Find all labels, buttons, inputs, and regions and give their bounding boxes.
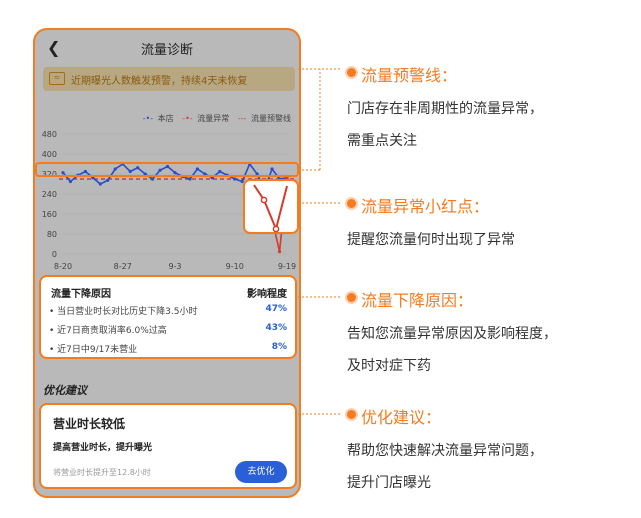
- annotation-dot: [347, 410, 356, 419]
- x-tick-label: 8-20: [54, 262, 72, 271]
- suggestion-footnote: 将营业时长提升至12.8小时: [53, 468, 151, 477]
- data-point-store: [151, 177, 155, 181]
- reasons-header: 流量下降原因: [51, 289, 111, 300]
- data-point-store: [225, 173, 229, 177]
- x-tick-label: 8-27: [114, 262, 132, 271]
- y-tick-label: 400: [42, 150, 57, 159]
- data-point-store: [277, 177, 282, 181]
- y-tick-label: 0: [52, 250, 57, 259]
- data-point-store: [180, 174, 185, 179]
- data-point-store: [136, 166, 140, 170]
- impact-header: 影响程度: [247, 289, 287, 300]
- y-tick-label: 240: [42, 190, 57, 199]
- annotation-warning-line: 流量预警线： 门店存在非周期性的流量异常， 需重点关注: [347, 62, 543, 150]
- y-tick-label: 80: [47, 230, 57, 239]
- annotation-suggestion: 优化建议： 帮助您快速解决流量异常问题， 提升门店曝光: [347, 404, 543, 492]
- data-point-store: [255, 172, 259, 176]
- annotation-text: 及时对症下药: [347, 358, 431, 374]
- annotation-title: 优化建议：: [361, 408, 442, 427]
- data-point-store: [270, 167, 274, 171]
- data-point-anomaly: [263, 187, 267, 191]
- legend-anomaly-label: 流量异常: [197, 114, 230, 123]
- legend-warning-swatch: ---: [237, 114, 247, 123]
- top-bar: ❮ 流量诊断: [35, 30, 299, 64]
- annotation-dot: [347, 199, 356, 208]
- chart-legend: -•- 本店 -•- 流量异常 --- 流量预警线: [137, 113, 291, 124]
- data-point-anomaly: [277, 249, 282, 254]
- annotation-dot: [347, 68, 356, 77]
- data-point-anomaly: [285, 176, 289, 180]
- data-point-store: [61, 171, 65, 175]
- data-point-store: [218, 169, 222, 174]
- legend-warning-label: 流量预警线: [251, 114, 291, 123]
- optimize-button[interactable]: 去优化: [235, 461, 287, 483]
- data-point-store: [248, 162, 252, 166]
- data-point-store: [173, 171, 177, 175]
- reason-row-1: • 当日营业时长对比历史下降3.5小时: [49, 307, 198, 317]
- series-line-anomaly: [263, 177, 288, 252]
- warning-card-icon: ≈: [49, 72, 65, 85]
- x-tick-label: 9-19: [278, 262, 296, 271]
- annotation-decline-reasons: 流量下降原因： 告知您流量异常原因及影响程度， 及时对症下药: [347, 287, 557, 375]
- data-point-store: [240, 179, 244, 184]
- data-point-store: [98, 182, 102, 186]
- suggestion-card: 营业时长较低 提高营业时长，提升曝光 将营业时长提升至12.8小时 去优化: [39, 403, 297, 489]
- reason-pct-3: 8%: [271, 342, 287, 352]
- data-point-store: [210, 176, 214, 180]
- annotation-text: 告知您流量异常原因及影响程度，: [347, 326, 557, 342]
- y-tick-label: 160: [42, 210, 57, 219]
- suggestion-section-title: 优化建议: [43, 384, 87, 397]
- legend-store-swatch: -•-: [142, 114, 154, 123]
- y-tick-label: 320: [42, 170, 57, 179]
- legend-store-label: 本店: [157, 114, 174, 123]
- data-point-store: [195, 167, 199, 171]
- suggestion-subtitle: 提高营业时长，提升曝光: [53, 443, 153, 453]
- alert-text: 近期曝光人数触发预警，持续4天未恢复: [71, 76, 248, 87]
- x-tick-label: 9-3: [168, 262, 181, 271]
- reason-row-3: • 近7日中9/17未营业: [49, 345, 138, 355]
- reason-pct-1: 47%: [265, 304, 287, 314]
- decline-reasons-card: 流量下降原因 影响程度 • 当日营业时长对比历史下降3.5小时 47% • 近7…: [39, 275, 297, 359]
- traffic-chart: 0 80 160 240 320 400 480 8-20 8-27 9-3 9-10 9-19: [42, 130, 296, 271]
- data-point-store: [121, 162, 125, 166]
- data-point-store: [76, 173, 80, 177]
- annotation-title: 流量预警线：: [361, 66, 458, 85]
- x-tick-label: 9-10: [226, 262, 244, 271]
- data-point-store: [91, 176, 95, 180]
- annotation-dot: [347, 293, 356, 302]
- legend-anomaly-swatch: -•-: [182, 114, 193, 123]
- reason-pct-2: 43%: [265, 323, 287, 333]
- page-title: 流量诊断: [140, 43, 193, 58]
- phone-screen: ❮ 流量诊断 ≈ 近期曝光人数触发预警，持续4天未恢复 -•- 本店 -•- 流…: [33, 28, 301, 498]
- annotation-text: 需重点关注: [347, 133, 417, 149]
- annotation-title: 流量异常小红点：: [361, 197, 490, 216]
- data-point-store: [188, 177, 192, 181]
- data-point-store: [68, 179, 73, 184]
- series-line-store: [62, 162, 288, 192]
- annotation-title: 流量下降原因：: [361, 291, 474, 310]
- data-point-anomaly: [270, 217, 274, 221]
- data-point-store: [128, 169, 132, 174]
- data-point-store: [158, 168, 162, 172]
- data-point-store: [203, 172, 207, 176]
- annotation-text: 提升门店曝光: [347, 475, 431, 491]
- data-point-store: [143, 172, 147, 176]
- annotation-anomaly-dot: 流量异常小红点： 提醒您流量何时出现了异常: [347, 193, 515, 249]
- alert-banner[interactable]: ≈ 近期曝光人数触发预警，持续4天未恢复: [43, 67, 295, 91]
- data-point-store: [113, 167, 117, 171]
- suggestion-heading: 营业时长较低: [53, 417, 126, 431]
- reason-row-2: • 近7日商责取消率6.0%过高: [49, 326, 167, 336]
- y-tick-label: 480: [42, 130, 57, 139]
- annotation-text: 帮助您快速解决流量异常问题，: [347, 443, 543, 459]
- data-point-store: [83, 169, 87, 174]
- annotation-text: 门店存在非周期性的流量异常，: [347, 101, 543, 117]
- data-point-store: [165, 164, 170, 169]
- data-point-store: [106, 178, 110, 182]
- annotation-text: 提醒您流量何时出现了异常: [347, 232, 515, 248]
- data-point-store: [233, 177, 237, 181]
